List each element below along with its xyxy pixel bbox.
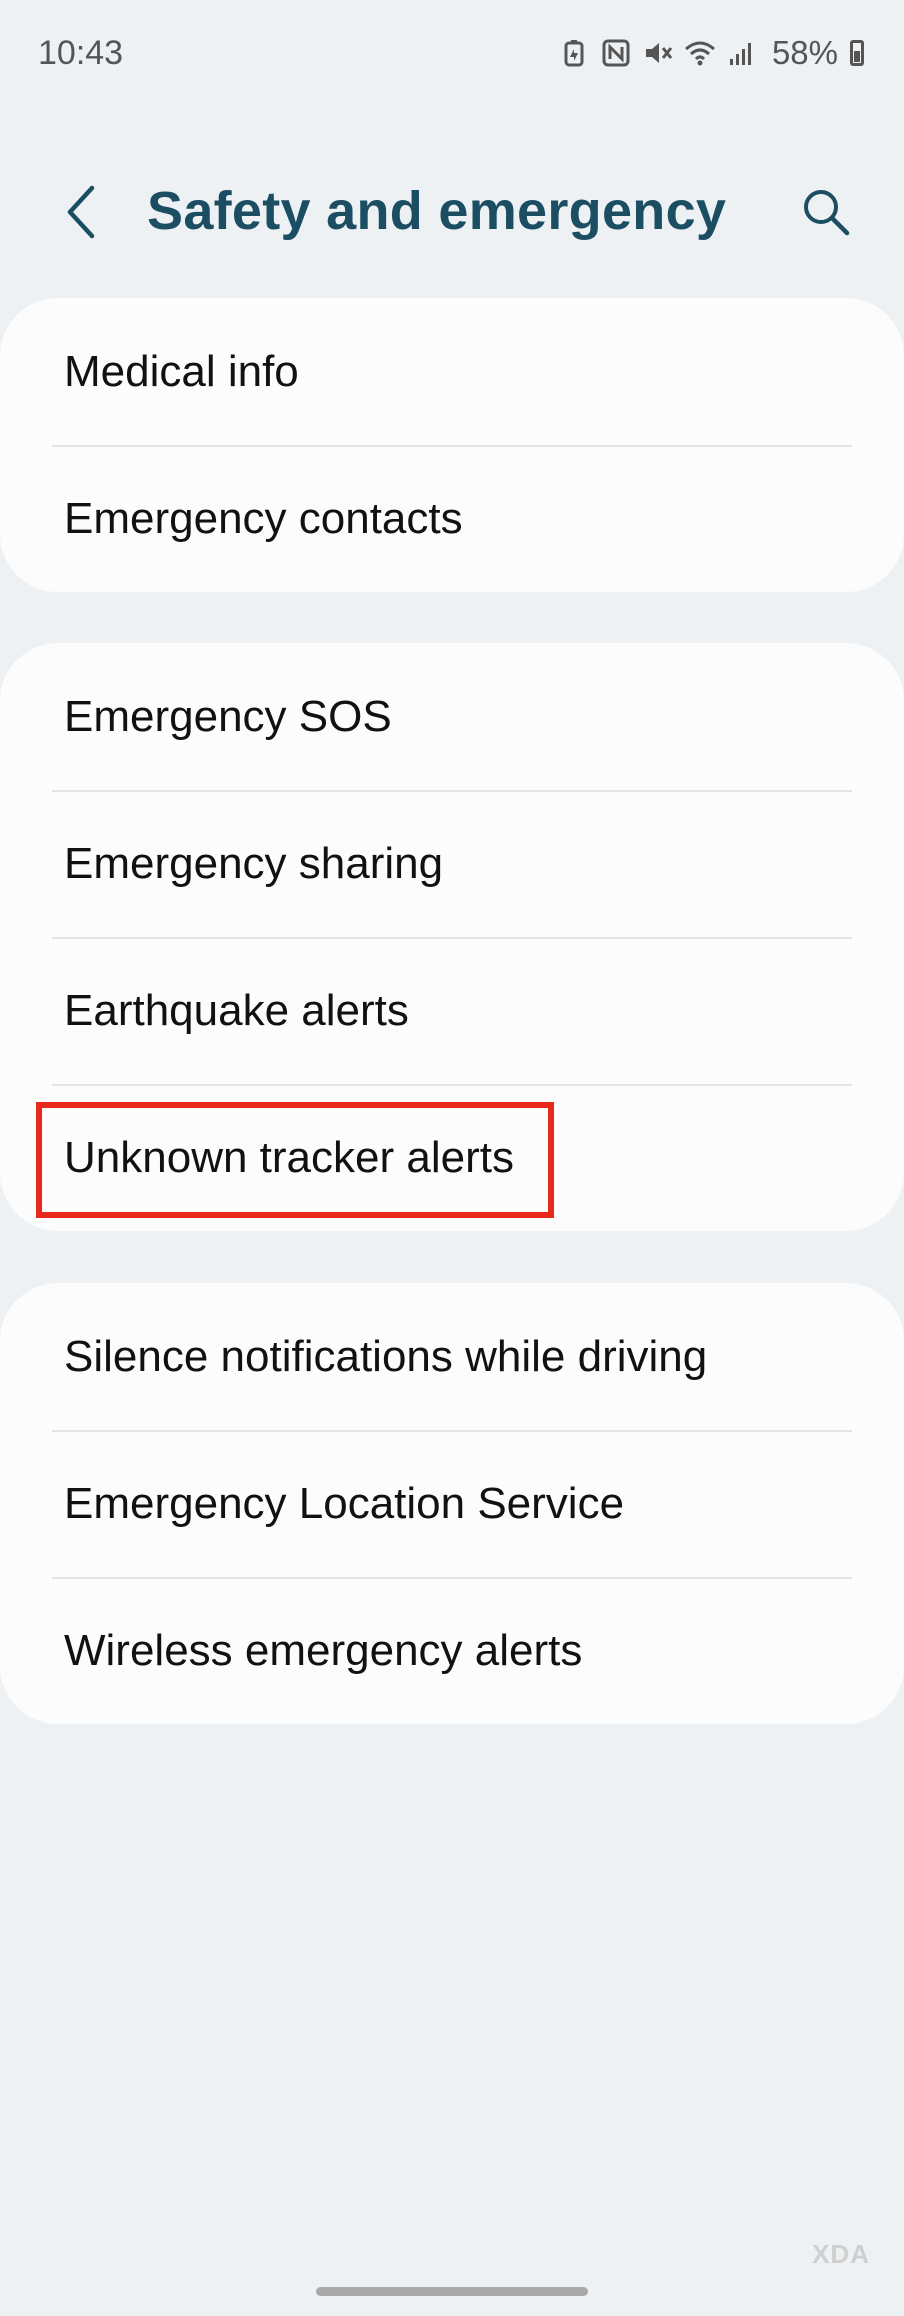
menu-item-label: Wireless emergency alerts <box>64 1625 583 1675</box>
home-indicator[interactable] <box>316 2287 588 2296</box>
watermark-logo: XDA <box>812 2239 870 2269</box>
menu-item-unknown-tracker-alerts[interactable]: Unknown tracker alerts <box>0 1084 904 1231</box>
app-bar: Safety and emergency <box>0 160 904 270</box>
nfc-icon <box>600 37 632 69</box>
back-button[interactable] <box>50 182 110 242</box>
divider <box>52 1577 852 1579</box>
page-title: Safety and emergency <box>147 181 727 241</box>
menu-item-label: Emergency SOS <box>64 691 392 741</box>
signal-icon <box>726 37 758 69</box>
menu-item-emergency-location-service[interactable]: Emergency Location Service <box>0 1430 904 1577</box>
menu-item-label: Unknown tracker alerts <box>64 1132 514 1182</box>
menu-item-wireless-emergency-alerts[interactable]: Wireless emergency alerts <box>0 1577 904 1724</box>
menu-item-label: Earthquake alerts <box>64 985 409 1035</box>
status-bar: 10:43 58% <box>0 0 904 110</box>
battery-saver-icon <box>558 37 590 69</box>
menu-item-emergency-contacts[interactable]: Emergency contacts <box>0 445 904 592</box>
menu-item-emergency-sos[interactable]: Emergency SOS <box>0 643 904 790</box>
settings-group-alerts: Emergency SOS Emergency sharing Earthqua… <box>0 643 904 1231</box>
menu-item-medical-info[interactable]: Medical info <box>0 298 904 445</box>
menu-item-earthquake-alerts[interactable]: Earthquake alerts <box>0 937 904 1084</box>
menu-item-label: Emergency Location Service <box>64 1478 625 1528</box>
search-icon <box>804 190 850 236</box>
wifi-icon <box>684 37 716 69</box>
menu-item-label: Emergency sharing <box>64 838 444 888</box>
settings-group-personal: Medical info Emergency contacts <box>0 298 904 592</box>
divider <box>52 1430 852 1432</box>
settings-group-other: Silence notifications while driving Emer… <box>0 1283 904 1724</box>
menu-item-label: Emergency contacts <box>64 493 463 543</box>
status-time: 10:43 <box>38 34 124 72</box>
battery-percent: 58% <box>771 34 838 71</box>
status-icons: 58% <box>558 34 864 72</box>
menu-item-label: Silence notifications while driving <box>64 1331 708 1381</box>
mute-icon <box>642 37 674 69</box>
back-arrow-icon <box>67 185 95 239</box>
divider <box>52 1084 852 1086</box>
divider <box>52 790 852 792</box>
menu-item-silence-notifications-while-driving[interactable]: Silence notifications while driving <box>0 1283 904 1430</box>
battery-icon <box>850 40 864 66</box>
search-button[interactable] <box>794 180 858 244</box>
divider <box>52 445 852 447</box>
menu-item-label: Medical info <box>64 346 299 396</box>
menu-item-emergency-sharing[interactable]: Emergency sharing <box>0 790 904 937</box>
divider <box>52 937 852 939</box>
